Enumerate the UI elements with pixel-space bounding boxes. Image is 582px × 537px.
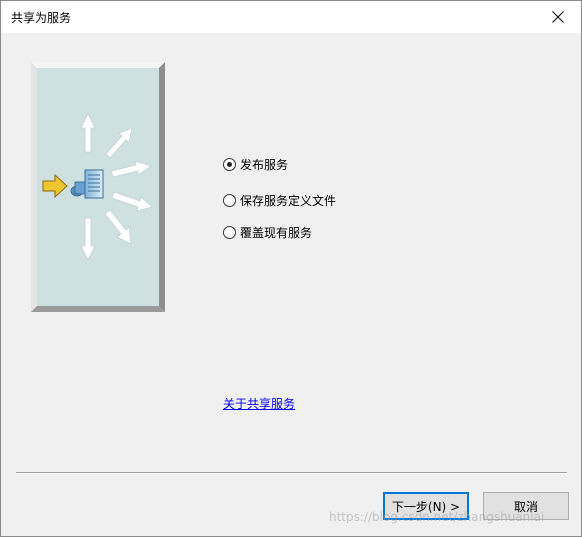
wizard-banner-image xyxy=(31,62,165,312)
overwrite-service-radio[interactable] xyxy=(223,225,236,239)
share-as-service-dialog: 共享为服务 发布服务 保存服务定义文件 覆盖现有服务 关于共享服务 下一步(N)… xyxy=(0,0,582,537)
window-title: 共享为服务 xyxy=(11,11,72,25)
publish-service-label: 发布服务 xyxy=(240,157,289,172)
close-button[interactable] xyxy=(535,1,581,33)
option-save-service-definition[interactable]: 保存服务定义文件 xyxy=(223,191,336,209)
publish-service-radio[interactable] xyxy=(223,157,236,171)
option-publish-service[interactable]: 发布服务 xyxy=(223,155,288,173)
close-icon xyxy=(552,11,564,23)
about-sharing-services-link[interactable]: 关于共享服务 xyxy=(223,395,295,412)
overwrite-service-label: 覆盖现有服务 xyxy=(240,225,313,240)
save-service-definition-radio[interactable] xyxy=(223,193,236,207)
title-bar: 共享为服务 xyxy=(1,1,581,33)
footer-divider xyxy=(16,472,567,474)
watermark-text: https://blog.csdn.net/zhangshuanlai xyxy=(329,510,545,524)
option-overwrite-service[interactable]: 覆盖现有服务 xyxy=(223,223,312,241)
save-service-definition-label: 保存服务定义文件 xyxy=(240,193,337,208)
